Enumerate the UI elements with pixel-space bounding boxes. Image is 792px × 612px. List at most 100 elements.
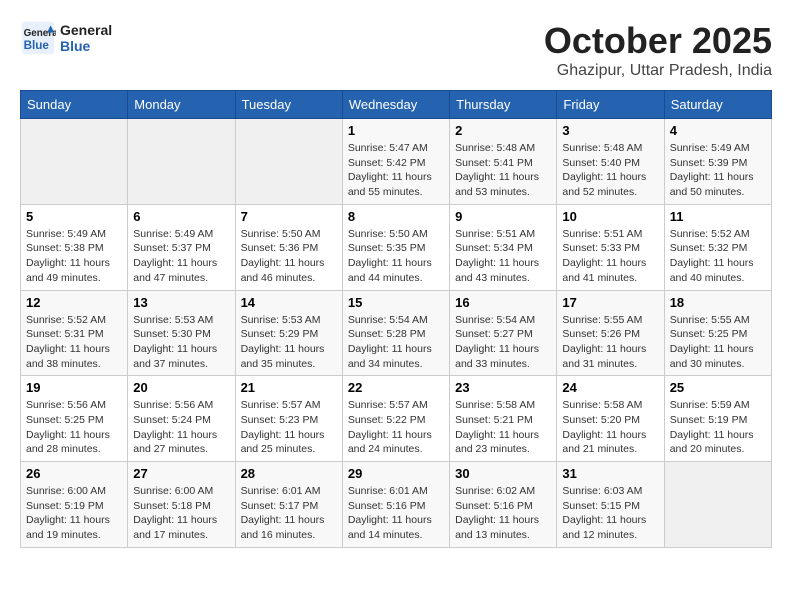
day-number: 14 (241, 295, 337, 310)
day-number: 28 (241, 466, 337, 481)
day-number: 31 (562, 466, 658, 481)
day-cell: 10 Sunrise: 5:51 AMSunset: 5:33 PMDayligh… (557, 204, 664, 290)
day-number: 6 (133, 209, 229, 224)
calendar-table: SundayMondayTuesdayWednesdayThursdayFrid… (20, 90, 772, 548)
day-number: 7 (241, 209, 337, 224)
day-number: 19 (26, 380, 122, 395)
day-cell: 21 Sunrise: 5:57 AMSunset: 5:23 PMDayligh… (235, 376, 342, 462)
day-cell: 31 Sunrise: 6:03 AMSunset: 5:15 PMDayligh… (557, 462, 664, 548)
day-number: 30 (455, 466, 551, 481)
day-number: 21 (241, 380, 337, 395)
day-cell: 17 Sunrise: 5:55 AMSunset: 5:26 PMDayligh… (557, 290, 664, 376)
week-row-5: 26 Sunrise: 6:00 AMSunset: 5:19 PMDayligh… (21, 462, 772, 548)
week-row-4: 19 Sunrise: 5:56 AMSunset: 5:25 PMDayligh… (21, 376, 772, 462)
day-cell: 20Sunrise: 5:56 AMSunset: 5:24 PMDayligh… (128, 376, 235, 462)
day-info: Sunrise: 5:55 AMSunset: 5:25 PMDaylight:… (670, 313, 766, 372)
week-row-2: 5 Sunrise: 5:49 AMSunset: 5:38 PMDaylight… (21, 204, 772, 290)
location-title: Ghazipur, Uttar Pradesh, India (544, 62, 772, 80)
day-info: Sunrise: 5:51 AMSunset: 5:34 PMDaylight:… (455, 227, 551, 286)
day-cell (235, 119, 342, 205)
day-number: 10 (562, 209, 658, 224)
day-cell: 24Sunrise: 5:58 AMSunset: 5:20 PMDayligh… (557, 376, 664, 462)
day-cell: 27 Sunrise: 6:00 AMSunset: 5:18 PMDayligh… (128, 462, 235, 548)
day-cell: 30 Sunrise: 6:02 AMSunset: 5:16 PMDayligh… (450, 462, 557, 548)
logo: General Blue General Blue (20, 20, 112, 56)
day-info: Sunrise: 5:58 AMSunset: 5:20 PMDaylight:… (562, 398, 658, 457)
logo-icon: General Blue (20, 20, 56, 56)
day-cell: 15 Sunrise: 5:54 AMSunset: 5:28 PMDayligh… (342, 290, 449, 376)
day-number: 27 (133, 466, 229, 481)
day-cell (664, 462, 771, 548)
day-info: Sunrise: 5:50 AMSunset: 5:35 PMDaylight:… (348, 227, 444, 286)
day-info: Sunrise: 5:58 AMSunset: 5:21 PMDaylight:… (455, 398, 551, 457)
day-cell: 3 Sunrise: 5:48 AMSunset: 5:40 PMDaylight… (557, 119, 664, 205)
day-info: Sunrise: 5:57 AMSunset: 5:22 PMDaylight:… (348, 398, 444, 457)
day-cell: 5 Sunrise: 5:49 AMSunset: 5:38 PMDaylight… (21, 204, 128, 290)
day-info: Sunrise: 5:53 AMSunset: 5:29 PMDaylight:… (241, 313, 337, 372)
week-row-1: 1Sunrise: 5:47 AMSunset: 5:42 PMDaylight… (21, 119, 772, 205)
day-number: 12 (26, 295, 122, 310)
day-cell: 25 Sunrise: 5:59 AMSunset: 5:19 PMDayligh… (664, 376, 771, 462)
day-number: 15 (348, 295, 444, 310)
day-info: Sunrise: 6:00 AMSunset: 5:19 PMDaylight:… (26, 484, 122, 543)
day-info: Sunrise: 5:52 AMSunset: 5:32 PMDaylight:… (670, 227, 766, 286)
day-info: Sunrise: 6:01 AMSunset: 5:17 PMDaylight:… (241, 484, 337, 543)
day-cell: 18 Sunrise: 5:55 AMSunset: 5:25 PMDayligh… (664, 290, 771, 376)
day-cell: 23 Sunrise: 5:58 AMSunset: 5:21 PMDayligh… (450, 376, 557, 462)
logo-general: General (60, 22, 112, 38)
weekday-header-friday: Friday (557, 91, 664, 119)
weekday-header-saturday: Saturday (664, 91, 771, 119)
day-number: 18 (670, 295, 766, 310)
day-info: Sunrise: 6:01 AMSunset: 5:16 PMDaylight:… (348, 484, 444, 543)
weekday-header-thursday: Thursday (450, 91, 557, 119)
day-info: Sunrise: 5:55 AMSunset: 5:26 PMDaylight:… (562, 313, 658, 372)
day-info: Sunrise: 5:48 AMSunset: 5:40 PMDaylight:… (562, 141, 658, 200)
day-info: Sunrise: 5:51 AMSunset: 5:33 PMDaylight:… (562, 227, 658, 286)
day-info: Sunrise: 5:49 AMSunset: 5:38 PMDaylight:… (26, 227, 122, 286)
title-area: October 2025 Ghazipur, Uttar Pradesh, In… (544, 20, 772, 80)
day-info: Sunrise: 6:02 AMSunset: 5:16 PMDaylight:… (455, 484, 551, 543)
svg-text:Blue: Blue (24, 39, 50, 52)
day-info: Sunrise: 5:50 AMSunset: 5:36 PMDaylight:… (241, 227, 337, 286)
day-cell: 22 Sunrise: 5:57 AMSunset: 5:22 PMDayligh… (342, 376, 449, 462)
day-number: 3 (562, 123, 658, 138)
day-number: 25 (670, 380, 766, 395)
day-cell: 29 Sunrise: 6:01 AMSunset: 5:16 PMDayligh… (342, 462, 449, 548)
day-number: 9 (455, 209, 551, 224)
day-number: 2 (455, 123, 551, 138)
day-cell: 8 Sunrise: 5:50 AMSunset: 5:35 PMDaylight… (342, 204, 449, 290)
weekday-header-wednesday: Wednesday (342, 91, 449, 119)
day-info: Sunrise: 5:57 AMSunset: 5:23 PMDaylight:… (241, 398, 337, 457)
day-number: 17 (562, 295, 658, 310)
day-info: Sunrise: 5:53 AMSunset: 5:30 PMDaylight:… (133, 313, 229, 372)
day-number: 5 (26, 209, 122, 224)
day-number: 29 (348, 466, 444, 481)
day-cell: 7 Sunrise: 5:50 AMSunset: 5:36 PMDaylight… (235, 204, 342, 290)
day-info: Sunrise: 5:54 AMSunset: 5:28 PMDaylight:… (348, 313, 444, 372)
day-number: 23 (455, 380, 551, 395)
day-number: 1 (348, 123, 444, 138)
day-info: Sunrise: 6:03 AMSunset: 5:15 PMDaylight:… (562, 484, 658, 543)
day-number: 22 (348, 380, 444, 395)
day-info: Sunrise: 6:00 AMSunset: 5:18 PMDaylight:… (133, 484, 229, 543)
day-info: Sunrise: 5:52 AMSunset: 5:31 PMDaylight:… (26, 313, 122, 372)
day-cell: 4 Sunrise: 5:49 AMSunset: 5:39 PMDaylight… (664, 119, 771, 205)
day-number: 8 (348, 209, 444, 224)
logo-blue: Blue (60, 38, 112, 54)
day-number: 20 (133, 380, 229, 395)
day-cell: 2Sunrise: 5:48 AMSunset: 5:41 PMDaylight… (450, 119, 557, 205)
day-cell: 6Sunrise: 5:49 AMSunset: 5:37 PMDaylight… (128, 204, 235, 290)
day-cell: 19 Sunrise: 5:56 AMSunset: 5:25 PMDayligh… (21, 376, 128, 462)
day-info: Sunrise: 5:49 AMSunset: 5:39 PMDaylight:… (670, 141, 766, 200)
day-cell: 11Sunrise: 5:52 AMSunset: 5:32 PMDayligh… (664, 204, 771, 290)
day-number: 26 (26, 466, 122, 481)
weekday-header-monday: Monday (128, 91, 235, 119)
day-info: Sunrise: 5:56 AMSunset: 5:25 PMDaylight:… (26, 398, 122, 457)
day-info: Sunrise: 5:59 AMSunset: 5:19 PMDaylight:… (670, 398, 766, 457)
day-number: 16 (455, 295, 551, 310)
day-number: 4 (670, 123, 766, 138)
day-cell (128, 119, 235, 205)
weekday-header-tuesday: Tuesday (235, 91, 342, 119)
weekday-header-row: SundayMondayTuesdayWednesdayThursdayFrid… (21, 91, 772, 119)
day-cell: 1Sunrise: 5:47 AMSunset: 5:42 PMDaylight… (342, 119, 449, 205)
